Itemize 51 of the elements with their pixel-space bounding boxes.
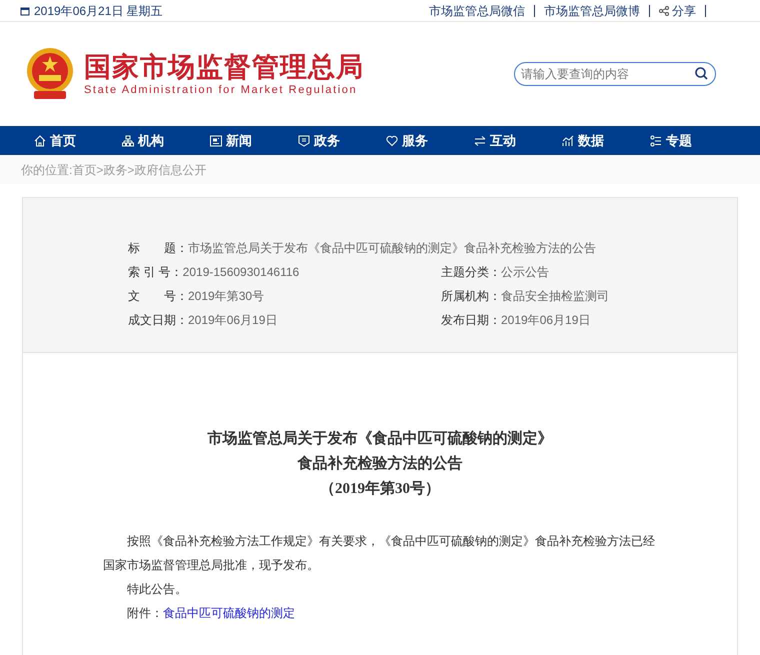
field-value: 2019年06月19日 bbox=[188, 312, 278, 328]
top-link[interactable]: 市场监管总局微博 bbox=[544, 2, 640, 20]
site-title: 国家市场监督管理总局 bbox=[84, 51, 364, 83]
attachment-link[interactable]: 食品中匹可硫酸钠的测定 bbox=[163, 601, 295, 625]
field-label: 发布日期： bbox=[441, 312, 501, 328]
breadcrumb-separator: > bbox=[127, 162, 134, 178]
field-label: 文 号： bbox=[128, 288, 188, 304]
field-label: 索 引 号： bbox=[128, 264, 183, 280]
field-value: 2019年第30号 bbox=[188, 288, 264, 304]
field-value: 公示公告 bbox=[501, 264, 549, 280]
field-value: 市场监管总局关于发布《食品中匹可硫酸钠的测定》食品补充检验方法的公告 bbox=[188, 240, 596, 256]
field-value: 2019-1560930146116 bbox=[182, 264, 300, 280]
newspaper-icon bbox=[210, 134, 222, 146]
breadcrumb-label: 你的位置: bbox=[21, 162, 72, 178]
nav-item[interactable]: 首页 bbox=[34, 130, 122, 150]
org-chart-icon bbox=[122, 134, 134, 146]
nav-item[interactable]: 互动 bbox=[474, 130, 562, 150]
chart-icon bbox=[562, 134, 574, 146]
article-heading: 市场监管总局关于发布《食品中匹可硫酸钠的测定》 bbox=[208, 429, 552, 449]
nav-item[interactable]: 专题 bbox=[650, 130, 738, 150]
calendar-icon bbox=[20, 6, 30, 16]
article-paragraph: 按照《食品补充检验方法工作规定》有关要求，《食品中匹可硫酸钠的测定》食品补充检验方法已经国家市场监督管理总局批准，现予发布。 bbox=[103, 533, 656, 574]
shield-icon bbox=[298, 134, 310, 146]
nav-item[interactable]: 新闻 bbox=[210, 130, 298, 150]
home-icon bbox=[34, 134, 46, 146]
field-label: 所属机构： bbox=[441, 288, 501, 304]
share-icon bbox=[659, 6, 669, 16]
list-icon bbox=[650, 134, 662, 146]
site-subtitle: State Administration for Market Regulation bbox=[84, 83, 358, 97]
field-label: 主题分类： bbox=[441, 264, 501, 280]
nav-item[interactable]: 政务 bbox=[298, 130, 386, 150]
emblem-logo bbox=[24, 47, 76, 101]
article-heading: 食品补充检验方法的公告 bbox=[298, 454, 462, 474]
nav-item[interactable]: 数据 bbox=[562, 130, 650, 150]
top-link[interactable]: 市场监管总局微信 bbox=[429, 2, 525, 20]
top-link[interactable]: 分享 bbox=[659, 2, 696, 20]
field-value: 2019年06月19日 bbox=[501, 312, 590, 328]
article-paragraph: 特此公告。 bbox=[126, 581, 188, 598]
field-label: 标 题： bbox=[128, 240, 188, 256]
nav-item[interactable]: 机构 bbox=[122, 130, 210, 150]
search-field[interactable]: 请输入要查询的内容 bbox=[514, 62, 716, 86]
field-value: 食品安全抽检监测司 bbox=[501, 288, 609, 304]
heart-icon bbox=[386, 134, 398, 146]
attachment-label: 附件： bbox=[127, 605, 163, 622]
article-heading: （2019年第30号） bbox=[320, 480, 440, 499]
search-icon[interactable] bbox=[695, 67, 708, 80]
swap-arrows-icon bbox=[474, 134, 486, 146]
date-text: 2019年06月21日 星期五 bbox=[34, 2, 163, 20]
breadcrumb-separator: > bbox=[96, 162, 104, 178]
field-label: 成文日期： bbox=[128, 312, 188, 328]
nav-item[interactable]: 服务 bbox=[386, 130, 474, 150]
